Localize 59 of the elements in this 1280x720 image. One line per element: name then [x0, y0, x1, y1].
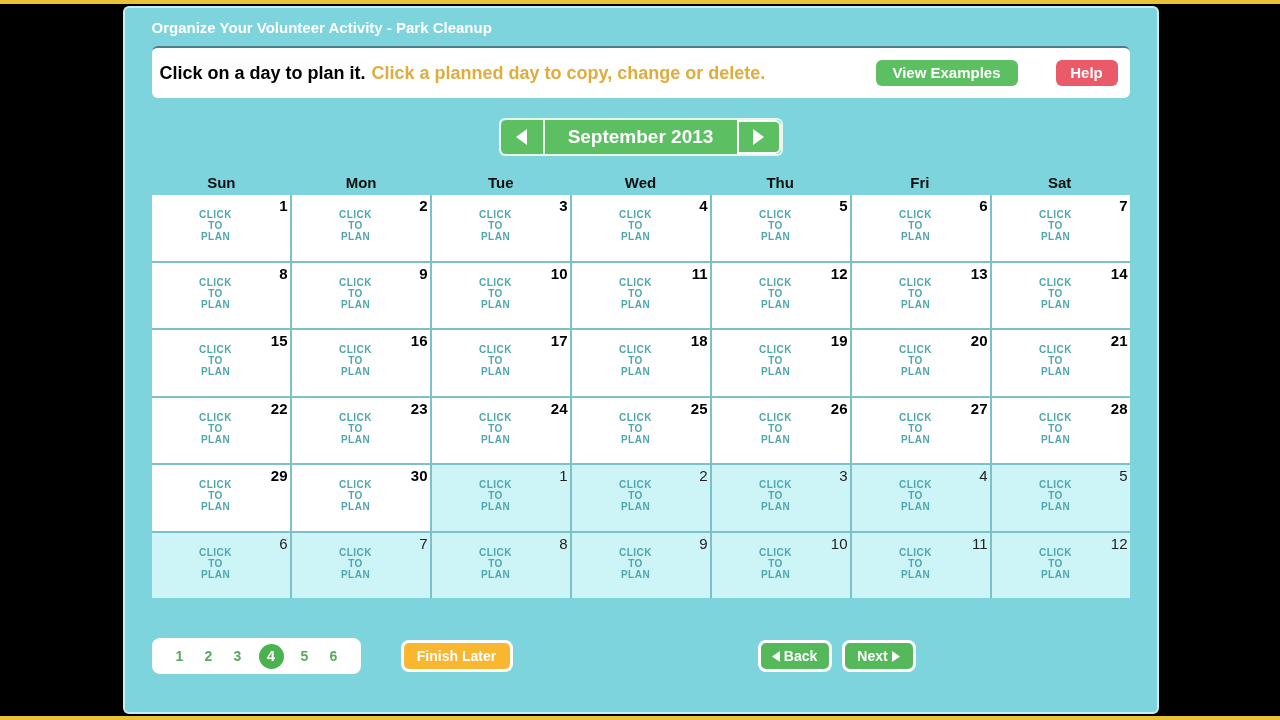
month-label: September 2013: [544, 120, 737, 154]
day-cell[interactable]: 22 CLICK TO PLAN: [151, 397, 290, 463]
left-triangle-icon: [514, 128, 529, 146]
weekday-header: Fri: [910, 174, 930, 191]
right-triangle-icon: [891, 650, 900, 662]
day-cell[interactable]: 6 CLICK TO PLAN: [851, 195, 990, 261]
instruction-text: Click on a day to plan it.: [159, 61, 366, 85]
weekday-header: Sun: [207, 174, 236, 191]
day-cell[interactable]: 16 CLICK TO PLAN: [291, 330, 430, 396]
day-cell[interactable]: 9 CLICK TO PLAN: [571, 532, 710, 598]
day-cell[interactable]: 11 CLICK TO PLAN: [851, 532, 990, 598]
weekday-header: Wed: [624, 174, 657, 191]
day-cell[interactable]: 24 CLICK TO PLAN: [431, 397, 570, 463]
weekday-header: Thu: [766, 174, 794, 191]
day-cell[interactable]: 3 CLICK TO PLAN: [431, 195, 570, 261]
day-cell[interactable]: 4 CLICK TO PLAN: [851, 465, 990, 531]
day-cell[interactable]: 19 CLICK TO PLAN: [711, 330, 850, 396]
right-triangle-icon: [751, 128, 766, 146]
day-cell[interactable]: 2 CLICK TO PLAN: [291, 195, 430, 261]
day-cell[interactable]: 8 CLICK TO PLAN: [151, 262, 290, 328]
weekday-header: Mon: [345, 174, 377, 191]
weekday-header: Tue: [488, 174, 514, 191]
day-cell[interactable]: 3 CLICK TO PLAN: [711, 465, 850, 531]
day-cell[interactable]: 28 CLICK TO PLAN: [991, 397, 1130, 463]
day-cell[interactable]: 14 CLICK TO PLAN: [991, 262, 1130, 328]
left-triangle-icon: [771, 650, 780, 662]
previous-month-button[interactable]: [500, 120, 545, 154]
day-cell[interactable]: 21 CLICK TO PLAN: [991, 330, 1130, 396]
day-cell[interactable]: 5 CLICK TO PLAN: [711, 195, 850, 261]
day-cell[interactable]: 23 CLICK TO PLAN: [291, 397, 430, 463]
day-cell[interactable]: 12 CLICK TO PLAN: [991, 532, 1130, 598]
day-cell[interactable]: 29 CLICK TO PLAN: [151, 465, 290, 531]
day-cell[interactable]: 8 CLICK TO PLAN: [431, 532, 570, 598]
day-cell[interactable]: 26 CLICK TO PLAN: [711, 397, 850, 463]
day-cell[interactable]: 13 CLICK TO PLAN: [851, 262, 990, 328]
day-cell[interactable]: 25 CLICK TO PLAN: [571, 397, 710, 463]
day-cell[interactable]: 4 CLICK TO PLAN: [571, 195, 710, 261]
next-month-button[interactable]: [736, 120, 781, 154]
day-cell[interactable]: 7 CLICK TO PLAN: [991, 195, 1130, 261]
day-cell[interactable]: 2 CLICK TO PLAN: [571, 465, 710, 531]
day-cell[interactable]: 10 CLICK TO PLAN: [711, 532, 850, 598]
day-cell[interactable]: 7 CLICK TO PLAN: [291, 532, 430, 598]
day-cell[interactable]: 9 CLICK TO PLAN: [291, 262, 430, 328]
day-cell[interactable]: 27 CLICK TO PLAN: [851, 397, 990, 463]
day-cell[interactable]: 15 CLICK TO PLAN: [151, 330, 290, 396]
day-cell[interactable]: 1 CLICK TO PLAN: [431, 465, 570, 531]
day-cell[interactable]: 1 CLICK TO PLAN: [151, 195, 290, 261]
day-cell[interactable]: 10 CLICK TO PLAN: [431, 262, 570, 328]
day-cell[interactable]: 5 CLICK TO PLAN: [991, 465, 1130, 531]
day-cell[interactable]: 30 CLICK TO PLAN: [291, 465, 430, 531]
day-cell[interactable]: 11 CLICK TO PLAN: [571, 262, 710, 328]
weekday-header: Sat: [1047, 174, 1072, 191]
day-cell[interactable]: 20 CLICK TO PLAN: [851, 330, 990, 396]
instruction-hint: Click a planned day to copy, change or delete.: [371, 61, 766, 85]
window-title: Organize Your Volunteer Activity - Park Cleanup: [151, 19, 492, 36]
day-cell[interactable]: 6 CLICK TO PLAN: [151, 532, 290, 598]
day-cell[interactable]: 12 CLICK TO PLAN: [711, 262, 850, 328]
day-cell[interactable]: 17 CLICK TO PLAN: [431, 330, 570, 396]
day-cell[interactable]: 18 CLICK TO PLAN: [571, 330, 710, 396]
